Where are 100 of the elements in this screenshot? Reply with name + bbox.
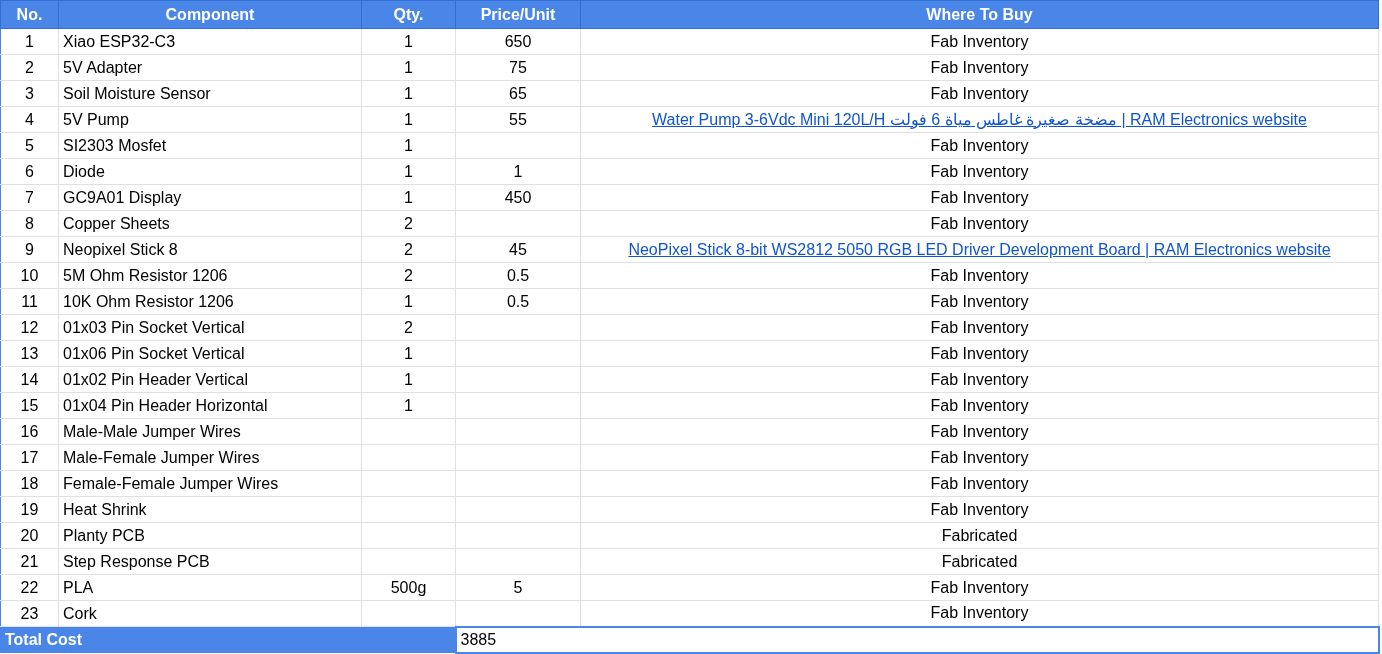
quantity-cell: 1: [361, 366, 456, 393]
component-cell: PLA: [58, 574, 362, 601]
total-label-cell: Total Cost: [0, 626, 456, 653]
source-text: Fab Inventory: [930, 162, 1029, 180]
quantity-cell: 1: [361, 132, 456, 159]
component-cell: 5M Ohm Resistor 1206: [58, 262, 362, 289]
source-text: Fab Inventory: [930, 500, 1029, 518]
component-cell: 01x06 Pin Socket Vertical: [58, 340, 362, 367]
component-cell: Cork: [58, 600, 362, 627]
source-text: Fab Inventory: [930, 32, 1029, 50]
row-number-cell: 2: [0, 54, 59, 81]
source-text: Fab Inventory: [930, 448, 1029, 466]
quantity-cell: 1: [361, 158, 456, 185]
quantity-cell: 1: [361, 340, 456, 367]
quantity-cell: 1: [361, 80, 456, 107]
source-text: Fab Inventory: [930, 578, 1029, 596]
component-cell: Male-Male Jumper Wires: [58, 418, 362, 445]
source-text: Fab Inventory: [930, 188, 1029, 206]
row-number-cell: 6: [0, 158, 59, 185]
price-cell: 75: [455, 54, 581, 81]
column-header: No.: [0, 0, 59, 29]
component-cell: Female-Female Jumper Wires: [58, 470, 362, 497]
row-number-cell: 14: [0, 366, 59, 393]
source-text: Fabricated: [941, 526, 1018, 544]
source-text: Fabricated: [941, 552, 1018, 570]
component-cell: Step Response PCB: [58, 548, 362, 575]
column-header: Component: [58, 0, 362, 29]
component-cell: 10K Ohm Resistor 1206: [58, 288, 362, 315]
component-cell: Male-Female Jumper Wires: [58, 444, 362, 471]
row-number-cell: 1: [0, 28, 59, 55]
row-number-cell: 5: [0, 132, 59, 159]
source-text: Fab Inventory: [930, 370, 1029, 388]
row-number-cell: 15: [0, 392, 59, 419]
row-number-cell: 3: [0, 80, 59, 107]
column-header: Qty.: [361, 0, 456, 29]
price-cell: 0.5: [455, 262, 581, 289]
price-cell: 650: [455, 28, 581, 55]
quantity-cell: 2: [361, 210, 456, 237]
source-text: Fab Inventory: [930, 292, 1029, 310]
row-number-cell: 8: [0, 210, 59, 237]
row-number-cell: 17: [0, 444, 59, 471]
source-text: Fab Inventory: [930, 266, 1029, 284]
quantity-cell: 2: [361, 236, 456, 263]
price-cell: 1: [455, 158, 581, 185]
component-cell: Heat Shrink: [58, 496, 362, 523]
row-number-cell: 16: [0, 418, 59, 445]
price-cell: 55: [455, 106, 581, 133]
row-number-cell: 12: [0, 314, 59, 341]
quantity-cell: 1: [361, 288, 456, 315]
component-cell: Soil Moisture Sensor: [58, 80, 362, 107]
source-text: Fab Inventory: [930, 604, 1029, 622]
row-number-cell: 20: [0, 522, 59, 549]
source-text: Fab Inventory: [930, 396, 1029, 414]
quantity-cell: 2: [361, 314, 456, 341]
source-text: Fab Inventory: [930, 214, 1029, 232]
quantity-cell: 1: [361, 28, 456, 55]
component-cell: 01x02 Pin Header Vertical: [58, 366, 362, 393]
quantity-cell: 1: [361, 54, 456, 81]
component-cell: Planty PCB: [58, 522, 362, 549]
row-number-cell: 9: [0, 236, 59, 263]
source-text: Fab Inventory: [930, 58, 1029, 76]
source-text: Fab Inventory: [930, 344, 1029, 362]
price-cell: 65: [455, 80, 581, 107]
component-cell: 5V Pump: [58, 106, 362, 133]
component-cell: 5V Adapter: [58, 54, 362, 81]
quantity-cell: 1: [361, 106, 456, 133]
row-number-cell: 22: [0, 574, 59, 601]
row-number-cell: 19: [0, 496, 59, 523]
component-cell: Neopixel Stick 8: [58, 236, 362, 263]
quantity-cell: 500g: [361, 574, 456, 601]
source-text: Fab Inventory: [930, 318, 1029, 336]
row-number-cell: 7: [0, 184, 59, 211]
source-text: Fab Inventory: [930, 84, 1029, 102]
source-text: Fab Inventory: [930, 422, 1029, 440]
component-cell: Diode: [58, 158, 362, 185]
source-text: Fab Inventory: [930, 474, 1029, 492]
price-cell: 45: [455, 236, 581, 263]
component-cell: GC9A01 Display: [58, 184, 362, 211]
quantity-cell: 1: [361, 184, 456, 211]
component-cell: SI2303 Mosfet: [58, 132, 362, 159]
component-cell: 01x03 Pin Socket Vertical: [58, 314, 362, 341]
quantity-cell: 2: [361, 262, 456, 289]
price-cell: 450: [455, 184, 581, 211]
total-value-cell: 3885: [455, 626, 1379, 653]
row-number-cell: 18: [0, 470, 59, 497]
row-number-cell: 11: [0, 288, 59, 315]
component-cell: 01x04 Pin Header Horizontal: [58, 392, 362, 419]
price-cell: 5: [455, 574, 581, 601]
row-number-cell: 21: [0, 548, 59, 575]
row-number-cell: 4: [0, 106, 59, 133]
quantity-cell: 1: [361, 392, 456, 419]
price-cell: 0.5: [455, 288, 581, 315]
column-header: Where To Buy: [580, 0, 1379, 29]
row-number-cell: 10: [0, 262, 59, 289]
column-header: Price/Unit: [455, 0, 581, 29]
row-number-cell: 23: [0, 600, 59, 627]
component-cell: Copper Sheets: [58, 210, 362, 237]
source-text: Fab Inventory: [930, 136, 1029, 154]
row-number-cell: 13: [0, 340, 59, 367]
component-cell: Xiao ESP32-C3: [58, 28, 362, 55]
